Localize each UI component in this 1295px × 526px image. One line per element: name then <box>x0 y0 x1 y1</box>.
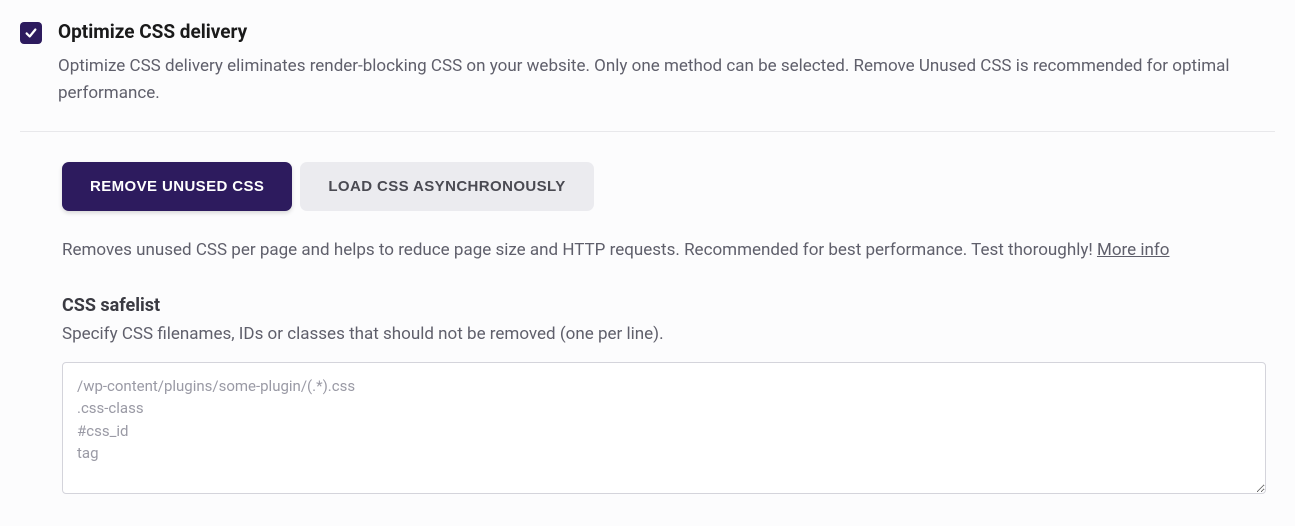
tab-description-text: Removes unused CSS per page and helps to… <box>62 240 1097 260</box>
divider <box>20 131 1275 132</box>
tabs-container: REMOVE UNUSED CSS LOAD CSS ASYNCHRONOUSL… <box>62 162 1275 211</box>
safelist-textarea[interactable] <box>62 362 1266 494</box>
check-icon <box>24 26 38 40</box>
more-info-link[interactable]: More info <box>1097 240 1170 260</box>
option-description: Optimize CSS delivery eliminates render-… <box>58 53 1258 107</box>
optimize-css-checkbox[interactable] <box>20 22 42 44</box>
tab-description: Removes unused CSS per page and helps to… <box>62 237 1275 264</box>
option-title: Optimize CSS delivery <box>58 20 1275 43</box>
safelist-title: CSS safelist <box>62 295 1275 316</box>
safelist-description: Specify CSS filenames, IDs or classes th… <box>62 324 1275 344</box>
tab-load-css-async[interactable]: LOAD CSS ASYNCHRONOUSLY <box>300 162 593 211</box>
tab-remove-unused-css[interactable]: REMOVE UNUSED CSS <box>62 162 292 211</box>
